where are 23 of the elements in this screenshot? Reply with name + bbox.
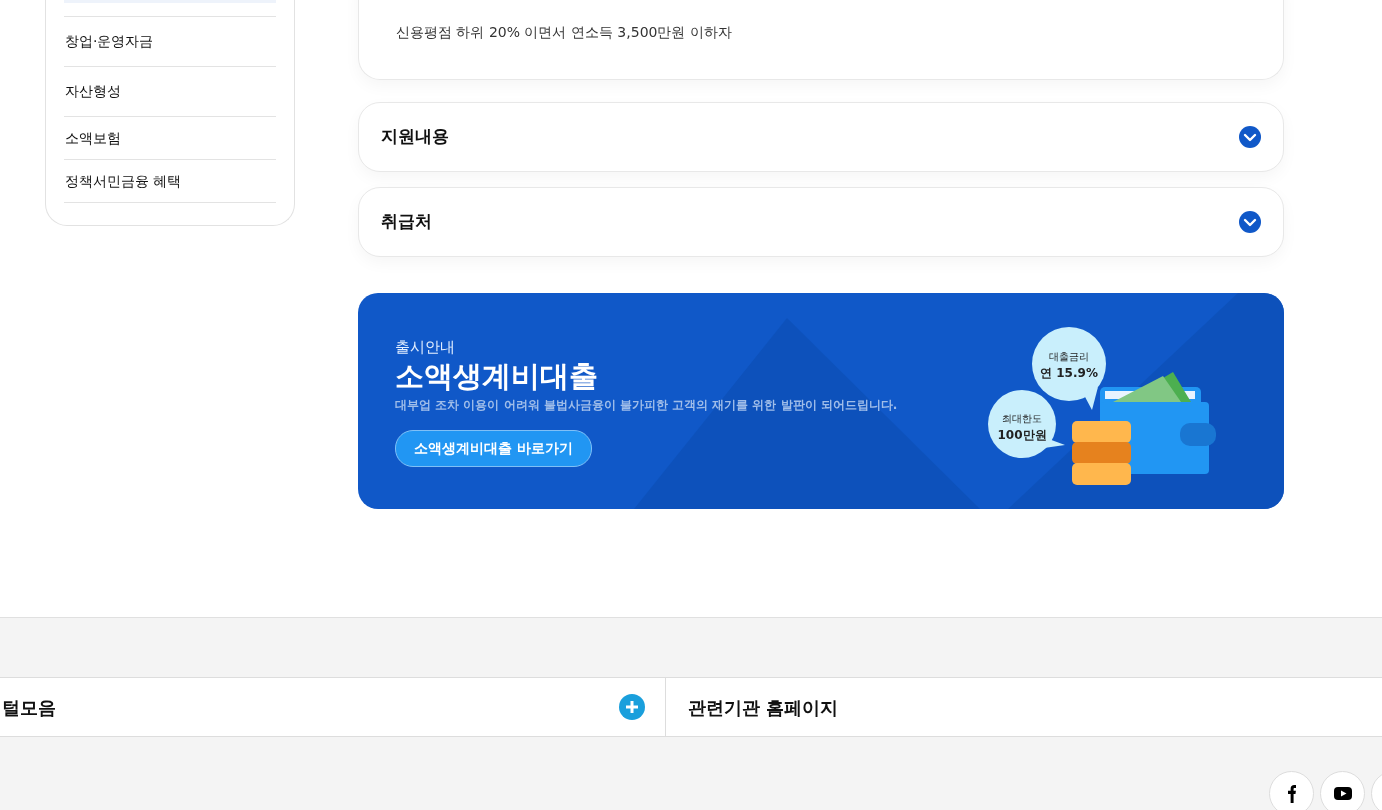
sidebar-item[interactable]: 소액보험	[64, 117, 276, 160]
banner-title: 소액생계비대출	[395, 358, 599, 395]
youtube-icon	[1333, 787, 1352, 800]
bubble-label: 대출금리	[1049, 349, 1089, 364]
accordion-header[interactable]: 지원내용	[358, 102, 1284, 172]
youtube-button[interactable]	[1320, 771, 1365, 810]
banner-eyebrow: 출시안내	[395, 336, 456, 358]
banner-description: 대부업 조차 이용이 어려워 불법사금융이 불가피한 고객의 재기를 위한 발판이 되어드립니다.	[395, 397, 898, 415]
chevron-icon	[1239, 126, 1261, 148]
eligibility-text: 신용평점 하위 20% 이면서 연소득 3,500만원 이하자	[396, 23, 733, 42]
bubble-value: 연 15.9%	[1040, 364, 1098, 382]
sidebar-item[interactable]: 창업·운영자금	[64, 17, 276, 67]
sidebar-item[interactable]: 자산형성	[64, 67, 276, 117]
bubble-label: 최대한도	[1002, 411, 1042, 426]
footer-link-title: 털모음	[2, 695, 56, 720]
chevron-icon	[1239, 211, 1261, 233]
sidebar-item[interactable]: 정책서민금융 혜택	[64, 160, 276, 203]
expand-button[interactable]	[619, 694, 645, 720]
bubble-value: 100만원	[997, 426, 1047, 444]
facebook-button[interactable]	[1269, 771, 1314, 810]
accordion-header[interactable]: 취급처	[358, 187, 1284, 257]
facebook-icon	[1287, 784, 1296, 803]
footer-link-title: 관련기관 홈페이지	[688, 695, 839, 720]
